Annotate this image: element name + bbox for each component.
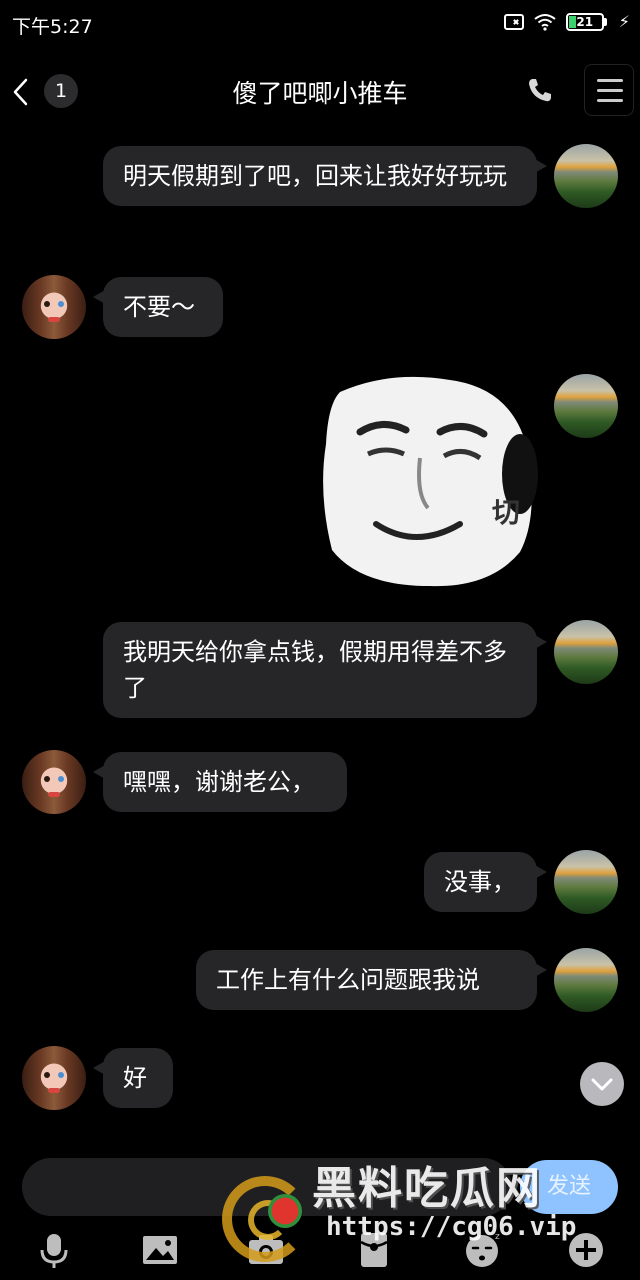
sticker-caption: 切 — [492, 496, 520, 529]
contact-avatar[interactable] — [22, 1046, 86, 1110]
watermark-url: https://cg06.vip — [326, 1212, 577, 1242]
message-bubble-sent[interactable]: 工作上有什么问题跟我说 — [196, 950, 547, 1010]
status-time: 下午5:27 — [12, 16, 93, 38]
battery-indicator: 21 — [565, 12, 607, 31]
image-icon[interactable] — [140, 1230, 180, 1270]
my-avatar[interactable] — [554, 850, 618, 914]
message-bubble-sent[interactable]: 明天假期到了吧，回来让我好好玩玩 — [103, 146, 547, 206]
message-bubble-received[interactable]: 嘿嘿，谢谢老公， — [93, 752, 347, 812]
watermelon-icon — [268, 1194, 302, 1228]
my-avatar[interactable] — [554, 374, 618, 438]
contact-avatar[interactable] — [22, 750, 86, 814]
status-icons: 21 ⚡ — [503, 12, 630, 31]
phone-icon[interactable] — [526, 76, 554, 104]
chevron-down-icon — [591, 1078, 613, 1091]
scroll-to-bottom-button[interactable] — [580, 1062, 624, 1106]
sticker-image[interactable]: 切 — [320, 374, 538, 588]
message-bubble-sent[interactable]: 没事， — [424, 852, 547, 912]
my-avatar[interactable] — [554, 948, 618, 1012]
message-bubble-received[interactable]: 不要～ — [93, 277, 223, 337]
charging-icon: ⚡ — [618, 12, 630, 31]
wifi-icon — [534, 13, 556, 31]
hamburger-menu-icon[interactable] — [584, 64, 634, 116]
message-bubble-received[interactable]: 好 — [93, 1048, 173, 1108]
microphone-icon[interactable] — [34, 1230, 74, 1270]
my-avatar[interactable] — [554, 620, 618, 684]
watermark-title: 黑料吃瓜网 — [312, 1163, 542, 1214]
no-sim-icon — [503, 13, 524, 30]
battery-level: 21 — [576, 14, 594, 29]
message-bubble-sent[interactable]: 我明天给你拿点钱，假期用得差不多了 — [103, 622, 547, 718]
status-bar: 下午5:27 21 ⚡ — [0, 0, 640, 48]
contact-avatar[interactable] — [22, 275, 86, 339]
my-avatar[interactable] — [554, 144, 618, 208]
